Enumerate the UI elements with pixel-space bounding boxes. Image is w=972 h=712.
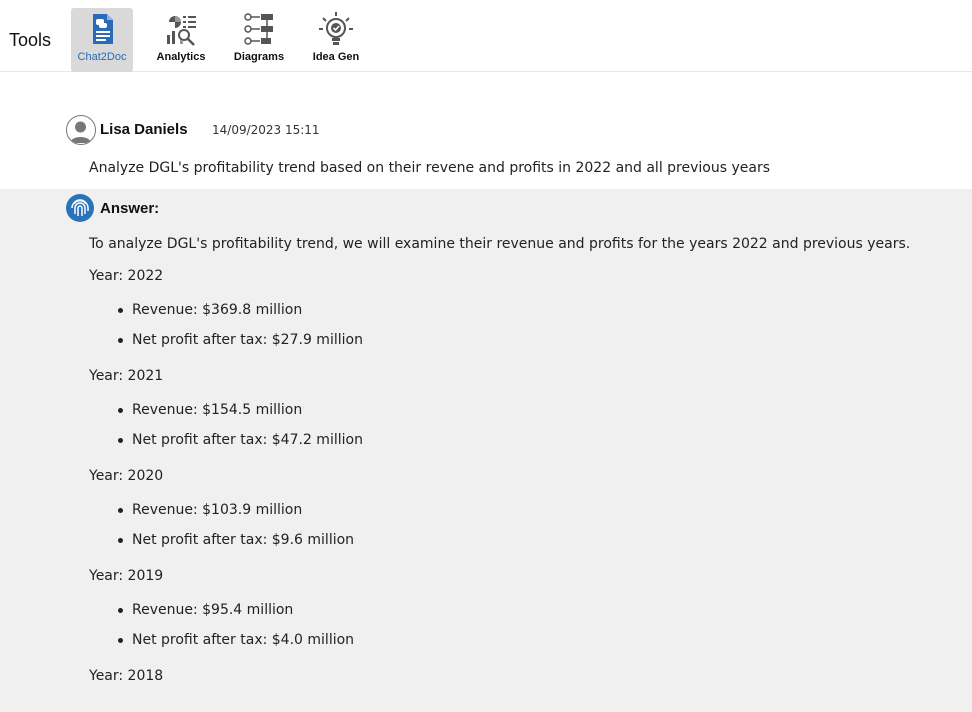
fingerprint-icon bbox=[66, 194, 94, 222]
year-heading: Year: 2020 bbox=[89, 468, 164, 484]
answer-body: To analyze DGL's profitability trend, we… bbox=[89, 236, 969, 702]
answer-intro: To analyze DGL's profitability trend, we… bbox=[89, 236, 911, 252]
bullet-icon bbox=[118, 408, 123, 413]
list-item: Revenue: $369.8 million bbox=[89, 302, 969, 319]
bullet-icon bbox=[118, 308, 123, 313]
list-item: Revenue: $154.5 million bbox=[89, 402, 969, 419]
analytics-icon bbox=[167, 16, 196, 46]
year-list: Revenue: $95.4 million Net profit after … bbox=[89, 602, 969, 649]
tool-idea-gen[interactable]: Idea Gen bbox=[307, 8, 365, 72]
year-list: Revenue: $369.8 million Net profit after… bbox=[89, 302, 969, 349]
user-message: Lisa Daniels 14/09/2023 15:11 Analyze DG… bbox=[0, 73, 972, 189]
revenue-text: Revenue: $103.9 million bbox=[132, 502, 303, 518]
list-item: Net profit after tax: $4.0 million bbox=[89, 632, 969, 649]
revenue-text: Revenue: $154.5 million bbox=[132, 402, 303, 418]
tool-analytics[interactable]: Analytics bbox=[152, 8, 210, 72]
profit-text: Net profit after tax: $4.0 million bbox=[132, 632, 355, 648]
tool-label: Analytics bbox=[156, 51, 206, 63]
answer-panel: Answer: To analyze DGL's profitability t… bbox=[0, 189, 972, 712]
user-message-text: Analyze DGL's profitability trend based … bbox=[89, 160, 770, 176]
list-item: Net profit after tax: $27.9 million bbox=[89, 332, 969, 349]
year-list: Revenue: $103.9 million Net profit after… bbox=[89, 502, 969, 549]
tool-label: Idea Gen bbox=[312, 51, 360, 63]
list-item: Revenue: $103.9 million bbox=[89, 502, 969, 519]
list-item: Net profit after tax: $47.2 million bbox=[89, 432, 969, 449]
list-item: Net profit after tax: $9.6 million bbox=[89, 532, 969, 549]
profit-text: Net profit after tax: $47.2 million bbox=[132, 432, 363, 448]
bullet-icon bbox=[118, 608, 123, 613]
bullet-icon bbox=[118, 438, 123, 443]
year-heading: Year: 2021 bbox=[89, 368, 164, 384]
profit-text: Net profit after tax: $27.9 million bbox=[132, 332, 363, 348]
tool-label: Diagrams bbox=[233, 51, 285, 63]
bullet-icon bbox=[118, 338, 123, 343]
answer-heading: Answer: bbox=[100, 200, 160, 217]
year-heading: Year: 2018 bbox=[89, 668, 164, 684]
user-name: Lisa Daniels bbox=[100, 121, 188, 138]
message-timestamp: 14/09/2023 15:11 bbox=[212, 123, 320, 137]
profit-text: Net profit after tax: $9.6 million bbox=[132, 532, 355, 548]
bullet-icon bbox=[118, 638, 123, 643]
revenue-text: Revenue: $369.8 million bbox=[132, 302, 303, 318]
bullet-icon bbox=[118, 508, 123, 513]
tool-label: Chat2Doc bbox=[77, 51, 127, 63]
year-heading: Year: 2019 bbox=[89, 568, 164, 584]
tool-diagrams[interactable]: Diagrams bbox=[229, 8, 289, 72]
tool-chat2doc[interactable]: Chat2Doc bbox=[71, 8, 133, 72]
bullet-icon bbox=[118, 538, 123, 543]
document-chat-icon bbox=[93, 14, 113, 44]
year-list: Revenue: $154.5 million Net profit after… bbox=[89, 402, 969, 449]
tools-title: Tools bbox=[9, 30, 52, 50]
toolbar: Tools Chat2Doc Analytics Diagrams Idea G… bbox=[0, 0, 972, 72]
lightbulb-icon bbox=[319, 12, 353, 45]
list-item: Revenue: $95.4 million bbox=[89, 602, 969, 619]
year-heading: Year: 2022 bbox=[89, 268, 164, 284]
diagram-flow-icon bbox=[244, 13, 273, 45]
revenue-text: Revenue: $95.4 million bbox=[132, 602, 294, 618]
user-avatar-icon bbox=[66, 115, 96, 145]
